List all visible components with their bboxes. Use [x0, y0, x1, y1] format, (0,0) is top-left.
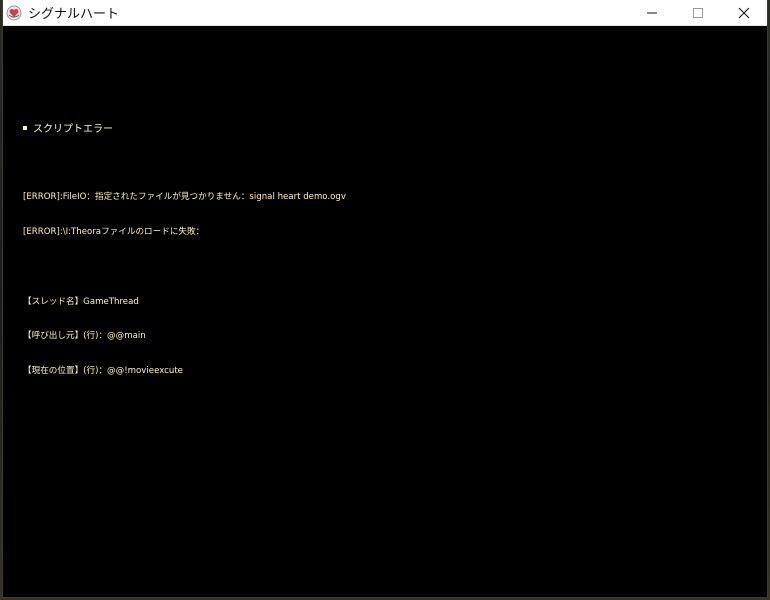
log-spacer: [23, 262, 346, 274]
maximize-icon: [692, 7, 704, 19]
window-controls: [629, 0, 767, 25]
thread-name-line: 【スレッド名】GameThread: [23, 296, 139, 307]
error-line: [ERROR]:\I:Theoraファイルのロードに失敗：: [23, 226, 205, 237]
bullet-icon: [23, 125, 27, 130]
script-error-heading: スクリプトエラー: [23, 120, 113, 135]
close-icon: [738, 7, 750, 19]
caller-line: 【呼び出し元】(行)：@@main: [23, 331, 146, 342]
title-bar[interactable]: シグナルハート: [3, 0, 767, 26]
maximize-button[interactable]: [675, 0, 721, 25]
minimize-icon: [646, 7, 658, 19]
window-title: シグナルハート: [28, 7, 120, 22]
current-position-line: 【現在の位置】(行)：@@!movieexcute: [23, 366, 183, 377]
script-error-title: スクリプトエラー: [33, 124, 113, 135]
game-screen[interactable]: スクリプトエラー [ERROR]:FileIO：指定されたファイルが見つかりませ…: [3, 26, 767, 597]
error-log: [ERROR]:FileIO：指定されたファイルが見つかりません：signal …: [23, 169, 346, 401]
close-button[interactable]: [721, 0, 767, 25]
minimize-button[interactable]: [629, 0, 675, 25]
heart-app-icon: [6, 5, 22, 21]
error-line: [ERROR]:FileIO：指定されたファイルが見つかりません：signal …: [23, 192, 346, 203]
app-window: シグナルハート スクリプトエラー [ERROR]:FileIO：指定されたファイ…: [3, 0, 767, 597]
